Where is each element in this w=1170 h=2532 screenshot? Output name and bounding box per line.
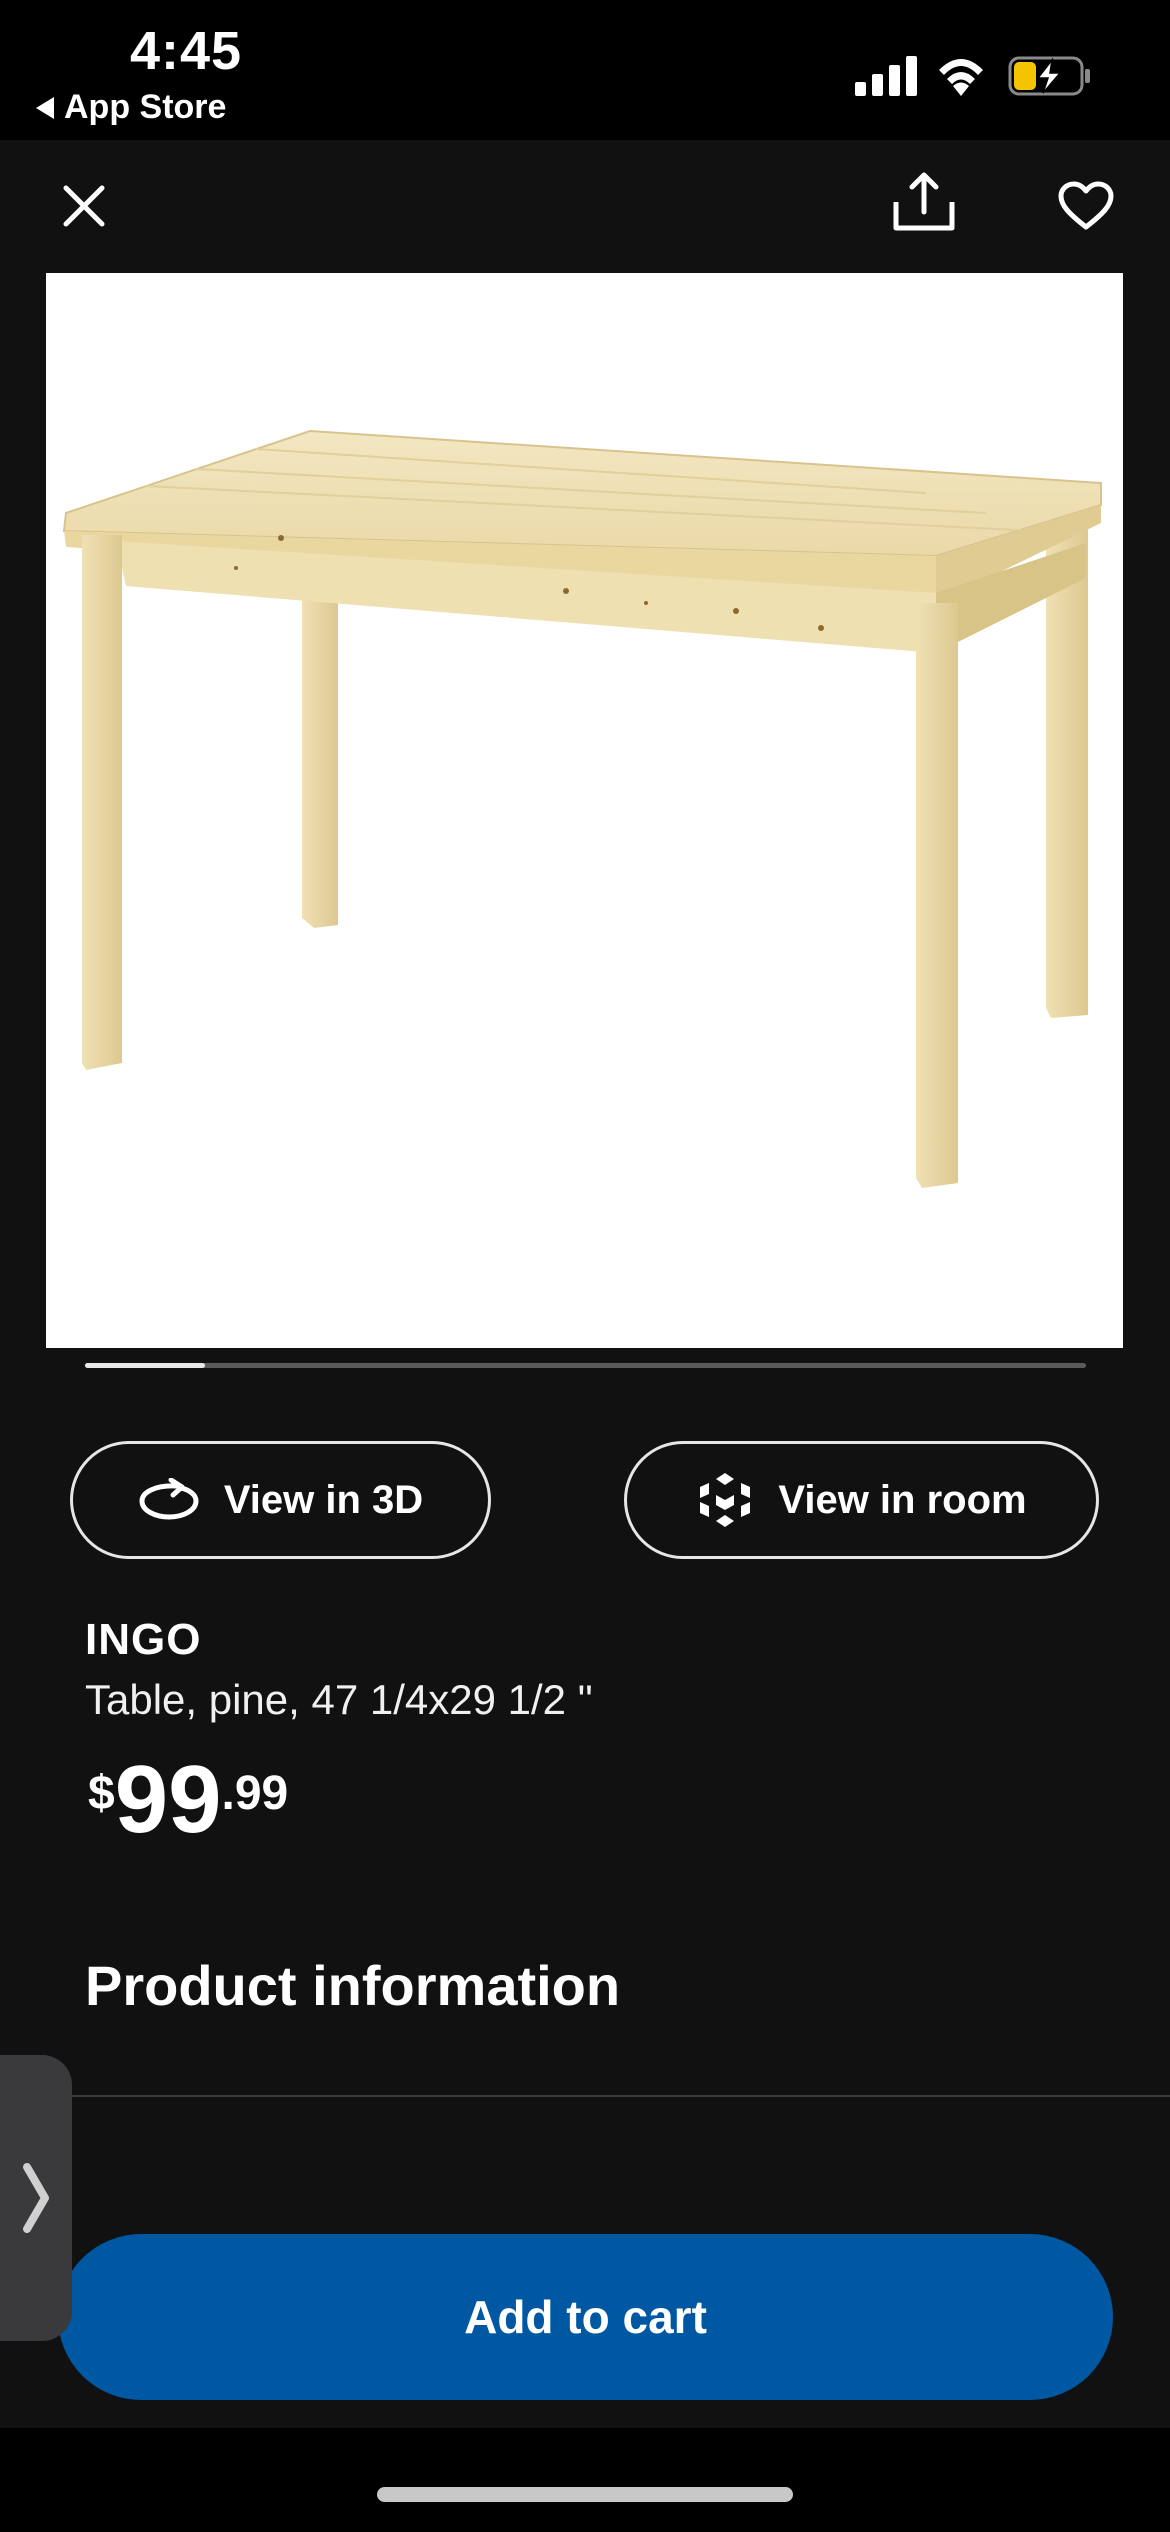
product-price: $ 99 .99: [88, 1752, 288, 1848]
battery-charging-icon: [1008, 56, 1090, 96]
product-description: Table, pine, 47 1/4x29 1/2 ": [85, 1676, 593, 1723]
product-name: INGO: [85, 1615, 202, 1664]
share-button[interactable]: [892, 170, 956, 234]
pine-table-illustration: [62, 429, 1102, 1188]
close-icon: [63, 185, 105, 227]
price-whole: 99: [114, 1746, 222, 1853]
product-information-heading[interactable]: Product information: [85, 1953, 620, 2018]
favorite-button[interactable]: [1054, 174, 1118, 238]
side-panel-toggle[interactable]: [0, 2055, 72, 2341]
ar-cube-icon: [700, 1473, 751, 1527]
cellular-signal-icon: [855, 56, 917, 96]
status-time: 4:45: [130, 21, 243, 81]
status-bar: 4:45 App Store: [0, 0, 1170, 140]
carousel-progress-fill: [85, 1363, 206, 1368]
heart-icon: [1058, 181, 1114, 230]
wifi-icon: [939, 59, 983, 96]
top-nav: [0, 140, 1170, 272]
chevron-right-icon: [23, 2163, 49, 2233]
home-indicator[interactable]: [377, 2487, 793, 2502]
bottom-safe-area: [0, 2428, 1170, 2532]
add-to-cart-button[interactable]: Add to cart: [58, 2234, 1113, 2400]
product-image[interactable]: [46, 273, 1123, 1348]
rotate-3d-icon: [139, 1478, 199, 1520]
share-icon: [893, 172, 955, 231]
view-in-room-label: View in room: [778, 1477, 1027, 1522]
section-divider: [0, 2095, 1170, 2097]
back-to-app-store-link[interactable]: App Store: [36, 88, 226, 127]
price-currency: $: [88, 1767, 115, 1820]
view-in-3d-button[interactable]: View in 3D: [70, 1441, 491, 1559]
view-in-3d-label: View in 3D: [223, 1477, 424, 1522]
back-app-label: App Store: [64, 88, 227, 126]
add-to-cart-label: Add to cart: [464, 2291, 707, 2343]
back-arrow-icon: [36, 96, 54, 119]
price-cents: .99: [221, 1767, 289, 1820]
view-in-room-button[interactable]: View in room: [624, 1441, 1099, 1559]
image-carousel-progress: [85, 1363, 1086, 1368]
close-button[interactable]: [52, 174, 116, 238]
